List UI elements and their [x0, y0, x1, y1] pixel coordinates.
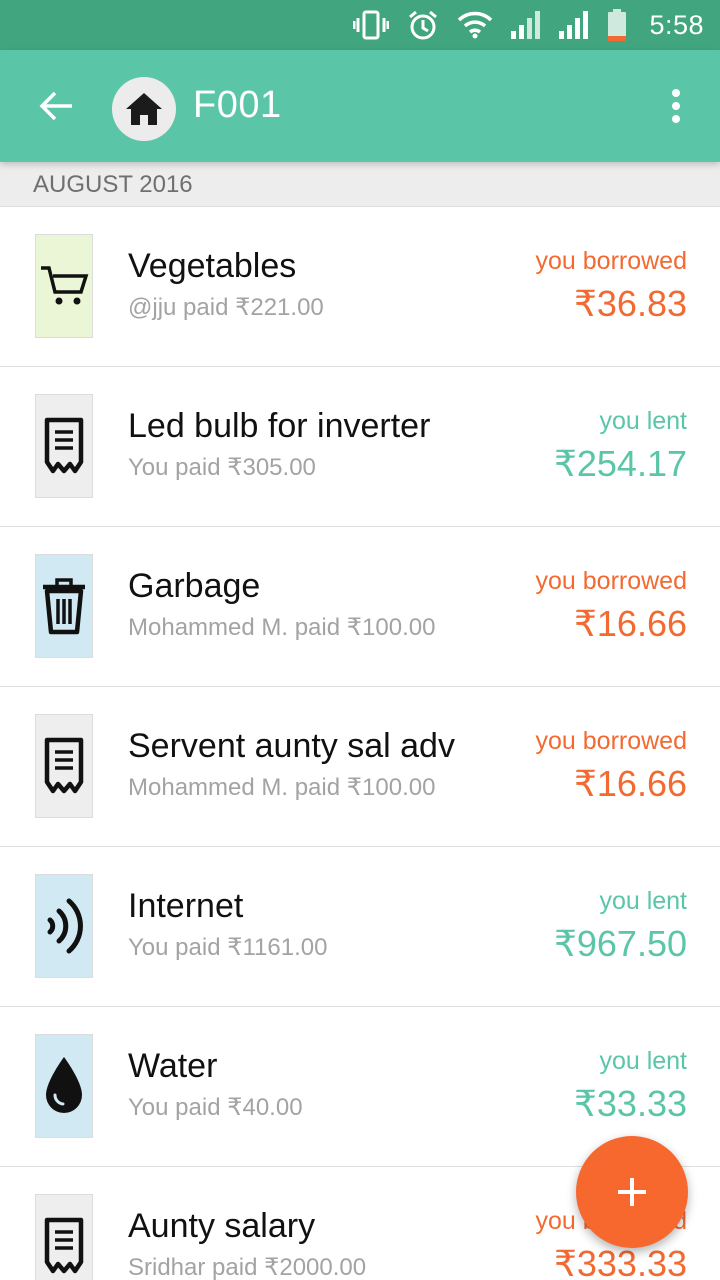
balance-status: you lent — [599, 1047, 687, 1075]
app-bar: F001 — [0, 50, 720, 162]
overflow-menu-button[interactable] — [662, 84, 690, 128]
signal-waves-icon — [47, 898, 83, 954]
category-tile — [35, 714, 93, 818]
balance-amount: ₹33.33 — [574, 1083, 687, 1124]
balance-status: you borrowed — [535, 247, 687, 275]
expense-title: Led bulb for inverter — [128, 407, 431, 445]
expense-title: Internet — [128, 887, 244, 925]
expense-payer: Mohammed M. paid ₹100.00 — [128, 774, 436, 801]
category-tile — [35, 1034, 93, 1138]
expense-title: Garbage — [128, 567, 261, 605]
expense-row[interactable]: Vegetables @jju paid ₹221.00 you borrowe… — [0, 207, 720, 367]
expense-title: Water — [128, 1047, 218, 1085]
arrow-left-icon — [39, 91, 72, 121]
balance-amount: ₹967.50 — [553, 923, 687, 964]
balance-status: you borrowed — [535, 567, 687, 595]
battery-icon — [607, 5, 627, 45]
shopping-cart-icon — [41, 266, 89, 305]
balance-status: you borrowed — [535, 727, 687, 755]
signal-icon — [559, 5, 589, 45]
more-vertical-icon — [672, 89, 680, 123]
balance-amount: ₹16.66 — [574, 603, 687, 644]
vibrate-icon — [353, 5, 390, 45]
expense-row[interactable]: Internet You paid ₹1161.00 you lent ₹967… — [0, 847, 720, 1007]
alarm-icon — [407, 5, 439, 45]
category-tile — [35, 394, 93, 498]
category-tile — [35, 554, 93, 658]
month-section-header: AUGUST 2016 — [0, 162, 720, 207]
expense-title: Vegetables — [128, 247, 297, 285]
expense-row[interactable]: Servent aunty sal adv Mohammed M. paid ₹… — [0, 687, 720, 847]
balance-amount: ₹36.83 — [574, 283, 687, 324]
balance-amount: ₹333.33 — [553, 1243, 687, 1280]
plus-icon — [618, 1178, 646, 1206]
group-avatar[interactable] — [112, 77, 176, 141]
clock: 5:58 — [649, 9, 704, 40]
expense-payer: Mohammed M. paid ₹100.00 — [128, 614, 436, 641]
expense-payer: You paid ₹1161.00 — [128, 934, 328, 961]
category-tile — [35, 234, 93, 338]
expense-title: Servent aunty sal adv — [128, 727, 455, 765]
back-button[interactable] — [34, 84, 78, 128]
home-icon — [126, 93, 162, 125]
balance-status: you lent — [599, 407, 687, 435]
expense-list: Vegetables @jju paid ₹221.00 you borrowe… — [0, 207, 720, 1280]
balance-status: you lent — [599, 887, 687, 915]
trash-icon — [43, 578, 85, 635]
balance-amount: ₹16.66 — [574, 763, 687, 804]
signal-icon — [511, 5, 541, 45]
category-tile — [35, 1194, 93, 1280]
category-tile — [35, 874, 93, 978]
wifi-icon — [457, 5, 493, 45]
expense-row[interactable]: Led bulb for inverter You paid ₹305.00 y… — [0, 367, 720, 527]
expense-payer: You paid ₹305.00 — [128, 454, 316, 481]
balance-amount: ₹254.17 — [553, 443, 687, 484]
receipt-icon — [44, 737, 84, 794]
receipt-icon — [44, 417, 84, 474]
expense-title: Aunty salary — [128, 1207, 316, 1245]
receipt-icon — [44, 1217, 84, 1274]
expense-payer: @jju paid ₹221.00 — [128, 294, 324, 321]
expense-row[interactable]: Garbage Mohammed M. paid ₹100.00 you bor… — [0, 527, 720, 687]
add-expense-button[interactable] — [576, 1136, 688, 1248]
expense-payer: Sridhar paid ₹2000.00 — [128, 1254, 367, 1280]
expense-payer: You paid ₹40.00 — [128, 1094, 303, 1121]
water-drop-icon — [46, 1057, 82, 1113]
status-bar: 5:58 — [0, 0, 720, 50]
group-title: F001 — [193, 84, 282, 126]
